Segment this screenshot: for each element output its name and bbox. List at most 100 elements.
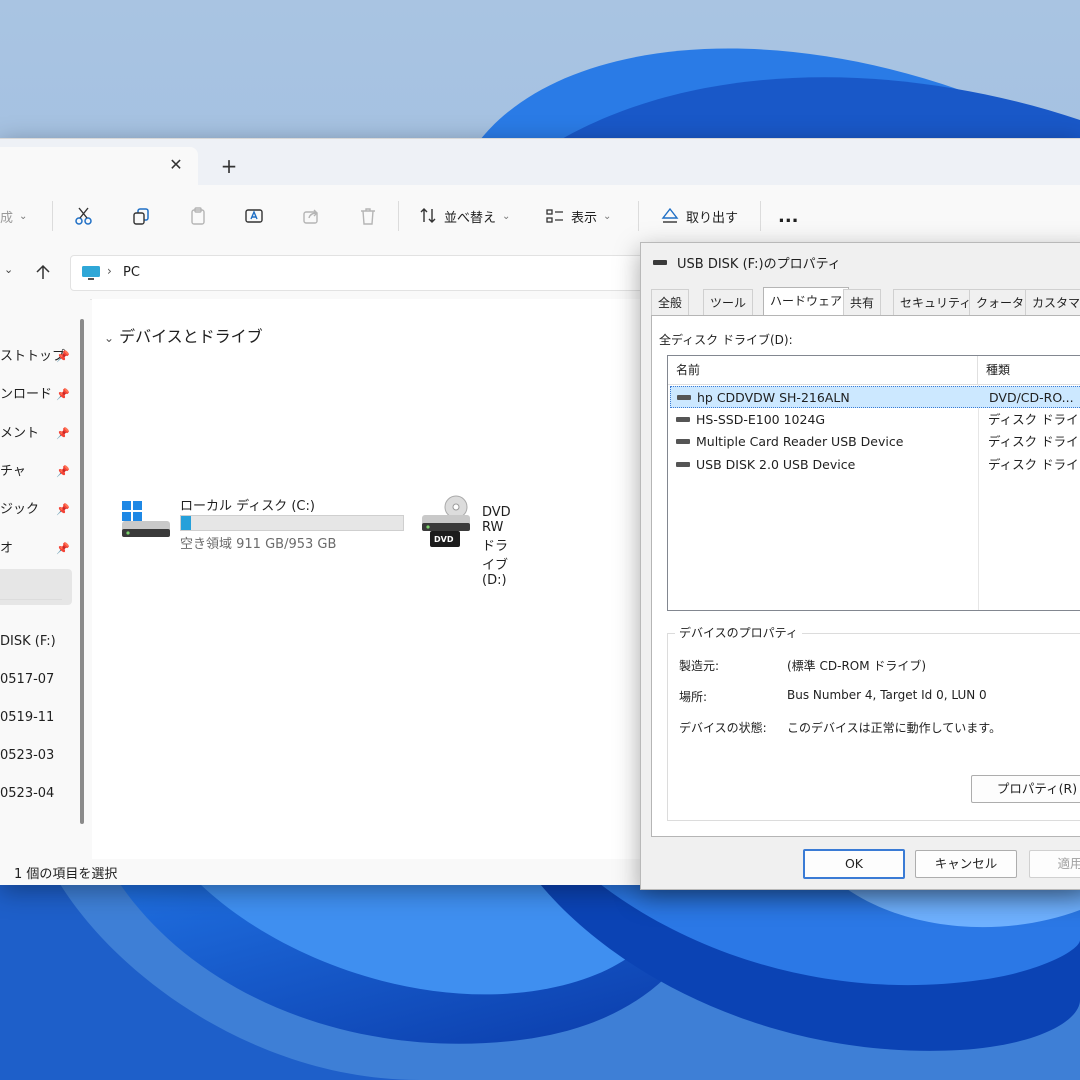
monitor-icon bbox=[82, 266, 100, 280]
tab-close-icon[interactable]: ✕ bbox=[166, 155, 186, 175]
location-value: Bus Number 4, Target Id 0, LUN 0 bbox=[787, 688, 987, 702]
sidebar-item-label: チャ bbox=[0, 464, 26, 479]
properties-button[interactable]: プロパティ(R) bbox=[971, 775, 1080, 803]
pin-icon[interactable]: 📌 bbox=[56, 377, 70, 413]
dialog-tab[interactable]: 共有 bbox=[843, 289, 882, 316]
pin-icon[interactable]: 📌 bbox=[56, 454, 70, 490]
chevron-down-icon: ⌄ bbox=[19, 210, 28, 222]
group-title: デバイスとドライブ bbox=[119, 327, 263, 346]
pin-icon[interactable]: 📌 bbox=[56, 339, 70, 375]
device-status-label: デバイスの状態: bbox=[679, 721, 767, 735]
sort-button[interactable]: 並べ替え ⌄ bbox=[418, 185, 510, 247]
group-header[interactable]: ⌄ デバイスとドライブ bbox=[104, 323, 263, 347]
trash-icon bbox=[361, 208, 375, 225]
delete-button[interactable] bbox=[358, 185, 378, 247]
device-name: HS-SSD-E100 1024G bbox=[696, 411, 826, 427]
sidebar-item[interactable]: ジック 📌 bbox=[0, 492, 72, 528]
dialog-tab[interactable]: 全般 bbox=[651, 289, 690, 316]
sidebar-item[interactable]: ンロード 📌 bbox=[0, 377, 72, 413]
dialog-tab[interactable]: ツール bbox=[703, 289, 754, 316]
pin-icon[interactable]: 📌 bbox=[56, 492, 70, 528]
sidebar-item-label: ンロード bbox=[0, 387, 53, 402]
up-arrow-icon[interactable] bbox=[34, 263, 52, 281]
view-button[interactable]: 表示 ⌄ bbox=[545, 185, 611, 247]
sidebar-item[interactable]: 0523-04 bbox=[0, 776, 72, 812]
new-button-label: 成 bbox=[0, 210, 14, 226]
eject-button[interactable]: 取り出す bbox=[660, 185, 738, 247]
more-options-button[interactable]: ... bbox=[778, 185, 799, 247]
address-bar[interactable]: › PC bbox=[70, 255, 652, 291]
device-name: hp CDDVDW SH-216ALN bbox=[697, 390, 850, 405]
sidebar-item[interactable]: チャ 📌 bbox=[0, 454, 72, 490]
device-name: USB DISK 2.0 USB Device bbox=[696, 456, 856, 472]
copy-button[interactable] bbox=[131, 185, 151, 247]
sidebar-item-label: 0517-07 bbox=[0, 672, 55, 687]
dialog-tab[interactable]: ハードウェア bbox=[763, 287, 850, 316]
sidebar-item-label: 0519-11 bbox=[0, 710, 55, 725]
dvd-badge: DVD bbox=[434, 535, 454, 544]
cut-button[interactable] bbox=[74, 185, 94, 247]
sidebar-item[interactable]: ストトップ 📌 bbox=[0, 339, 72, 375]
apply-button[interactable]: 適用 bbox=[1029, 850, 1080, 878]
disk-usage-fill bbox=[181, 516, 191, 530]
drive-name: ローカル ディスク (C:) bbox=[180, 499, 315, 514]
sidebar-item[interactable]: メント 📌 bbox=[0, 416, 72, 452]
pin-icon[interactable]: 📌 bbox=[56, 416, 70, 452]
cancel-button[interactable]: キャンセル bbox=[915, 850, 1017, 878]
sidebar-item[interactable]: 0519-11 bbox=[0, 700, 72, 736]
toolbar-divider bbox=[638, 201, 639, 231]
sidebar-item-label: オ bbox=[0, 541, 14, 556]
device-row[interactable]: hp CDDVDW SH-216ALN DVD/CD-RO... bbox=[670, 386, 1080, 408]
local-disk-icon bbox=[122, 501, 170, 537]
share-button[interactable] bbox=[301, 185, 321, 247]
device-status-value: このデバイスは正常に動作しています。 bbox=[787, 721, 1002, 735]
navigation-pane: ストトップ 📌 ンロード 📌 メント 📌 チャ 📌 ジック 📌 オ 📌 DISK (F:) 0517-07… bbox=[0, 299, 90, 859]
column-header-name[interactable]: 名前 bbox=[668, 356, 978, 384]
device-properties-title: デバイスのプロパティ bbox=[675, 624, 802, 641]
disk-drive-icon bbox=[676, 461, 690, 467]
sidebar-item-label: ジック bbox=[0, 502, 40, 517]
device-name: Multiple Card Reader USB Device bbox=[696, 434, 904, 449]
chevron-down-icon: ⌄ bbox=[104, 331, 115, 345]
column-header-type[interactable]: 種類 bbox=[978, 356, 1080, 384]
sidebar-item[interactable]: DISK (F:) bbox=[0, 624, 72, 660]
dialog-tab[interactable]: セキュリティ bbox=[893, 289, 979, 316]
chevron-down-icon: ⌄ bbox=[502, 210, 511, 222]
properties-dialog: USB DISK (F:)のプロパティ 全般 ツール ハードウェア 共有 セキュリティク… bbox=[640, 242, 1080, 890]
dialog-tab[interactable]: クォータ bbox=[969, 289, 1032, 316]
sidebar-item[interactable]: 0517-07 bbox=[0, 662, 72, 698]
new-button[interactable]: 成 ⌄ bbox=[0, 185, 27, 247]
sidebar-item[interactable]: オ 📌 bbox=[0, 531, 72, 567]
chevron-down-icon[interactable]: ⌄ bbox=[4, 263, 13, 276]
sidebar-item-label: メント bbox=[0, 426, 40, 441]
manufacturer-label: 製造元: bbox=[679, 659, 720, 673]
sort-icon bbox=[420, 208, 436, 223]
new-tab-icon[interactable]: + bbox=[218, 155, 240, 177]
dialog-tab[interactable]: カスタマイ bbox=[1025, 289, 1080, 316]
sidebar-item-label: 0523-04 bbox=[0, 786, 55, 801]
pin-icon[interactable]: 📌 bbox=[56, 531, 70, 567]
sidebar-scrollbar[interactable] bbox=[80, 319, 84, 824]
device-row[interactable]: Multiple Card Reader USB Device ディスク ドライブ bbox=[670, 431, 1080, 453]
device-row[interactable]: HS-SSD-E100 1024G ディスク ドライブ bbox=[670, 409, 1080, 431]
toolbar-divider bbox=[52, 201, 53, 231]
dialog-title: USB DISK (F:)のプロパティ bbox=[677, 257, 841, 272]
disk-usage-bar bbox=[180, 515, 404, 531]
sidebar-item[interactable]: 0523-03 bbox=[0, 738, 72, 774]
device-list[interactable]: 名前 種類 hp CDDVDW SH-216ALN DVD/CD-RO... HS-… bbox=[667, 355, 1080, 611]
chevron-right-icon: › bbox=[107, 264, 112, 278]
rename-button[interactable] bbox=[244, 185, 264, 247]
paste-button[interactable] bbox=[188, 185, 208, 247]
address-row: ⌄ › PC bbox=[0, 247, 652, 300]
eject-label: 取り出す bbox=[686, 210, 739, 226]
dialog-tabs: 全般ツールハードウェア共有セキュリティクォータカスタマイ bbox=[651, 287, 1080, 316]
ok-button[interactable]: OK bbox=[803, 849, 905, 879]
device-type: DVD/CD-RO... bbox=[989, 390, 1074, 405]
device-row[interactable]: USB DISK 2.0 USB Device ディスク ドライブ bbox=[670, 454, 1080, 476]
file-list-pane: ⌄ デバイスとドライブ ローカル ディスク (C:) 空き領域 911 GB/9… bbox=[92, 299, 640, 859]
drive-icon bbox=[653, 260, 667, 265]
sidebar-divider bbox=[0, 599, 62, 600]
disk-drive-icon bbox=[676, 439, 690, 444]
selection-status: 1 個の項目を選択 bbox=[14, 867, 118, 882]
tab-bar: ✕ + bbox=[0, 139, 1080, 185]
